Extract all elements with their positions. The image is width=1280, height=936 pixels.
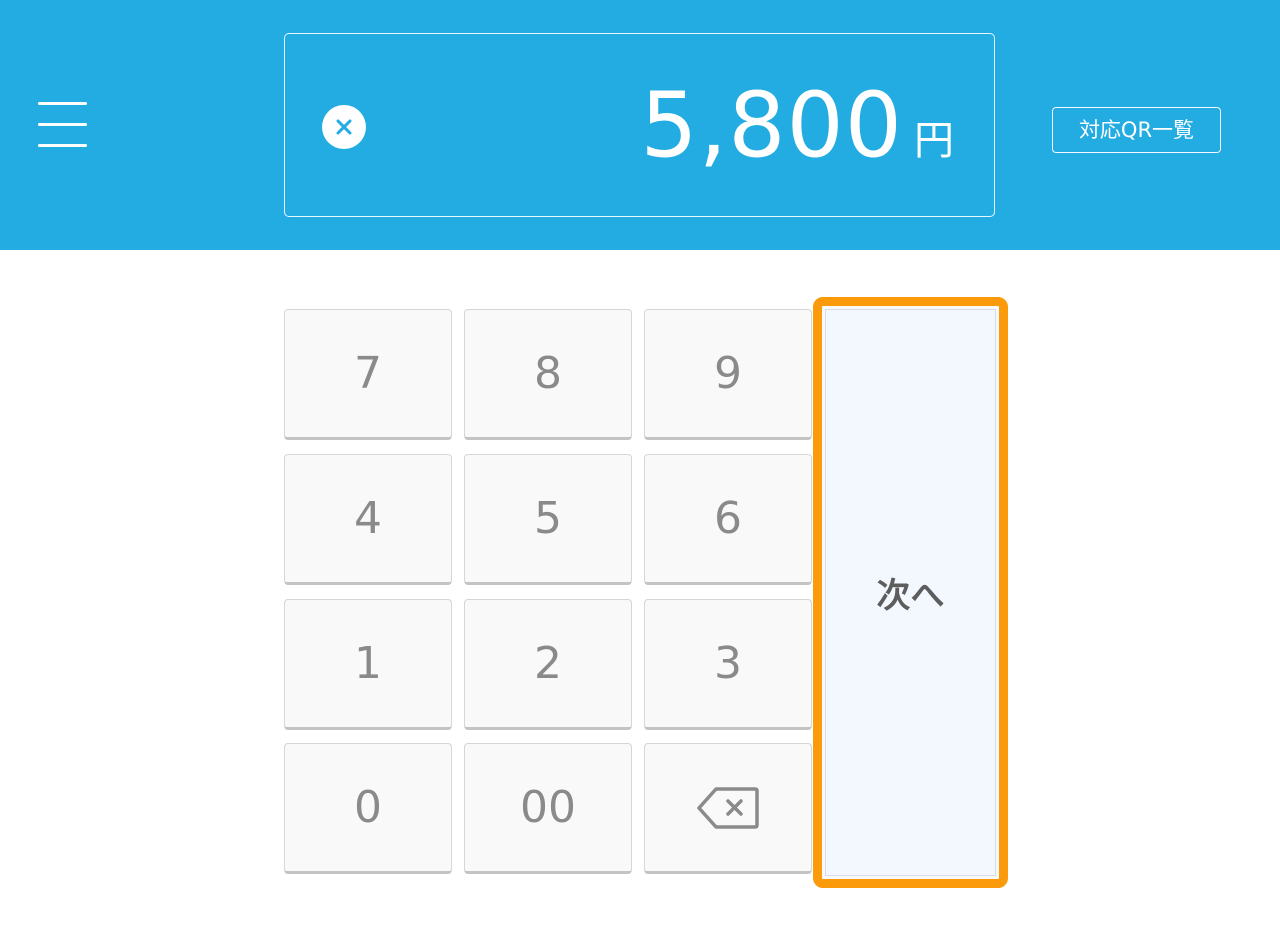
key-4[interactable]: 4: [284, 454, 452, 585]
menu-bar-line: [38, 144, 87, 147]
key-3[interactable]: 3: [644, 599, 812, 730]
key-6[interactable]: 6: [644, 454, 812, 585]
backspace-icon: [697, 786, 759, 829]
key-8[interactable]: 8: [464, 309, 632, 440]
menu-bar-line: [38, 102, 87, 105]
currency-label: 円: [914, 118, 954, 164]
qr-list-button[interactable]: 対応QR一覧: [1052, 107, 1221, 153]
clear-amount-button[interactable]: [322, 105, 366, 149]
hamburger-menu-icon[interactable]: [30, 92, 94, 156]
amount-display: 5,800 円: [284, 33, 995, 217]
key-1[interactable]: 1: [284, 599, 452, 730]
key-7[interactable]: 7: [284, 309, 452, 440]
menu-bar-line: [38, 123, 87, 126]
key-00[interactable]: 00: [464, 743, 632, 874]
key-9[interactable]: 9: [644, 309, 812, 440]
next-button[interactable]: 次へ: [825, 309, 996, 876]
next-button-highlight: 次へ: [813, 297, 1008, 888]
header-bar: 5,800 円 対応QR一覧: [0, 0, 1280, 250]
backspace-key[interactable]: [644, 743, 812, 874]
key-0[interactable]: 0: [284, 743, 452, 874]
amount-value: 5,800: [640, 73, 903, 178]
key-5[interactable]: 5: [464, 454, 632, 585]
key-2[interactable]: 2: [464, 599, 632, 730]
clear-circle-icon: [336, 119, 352, 135]
